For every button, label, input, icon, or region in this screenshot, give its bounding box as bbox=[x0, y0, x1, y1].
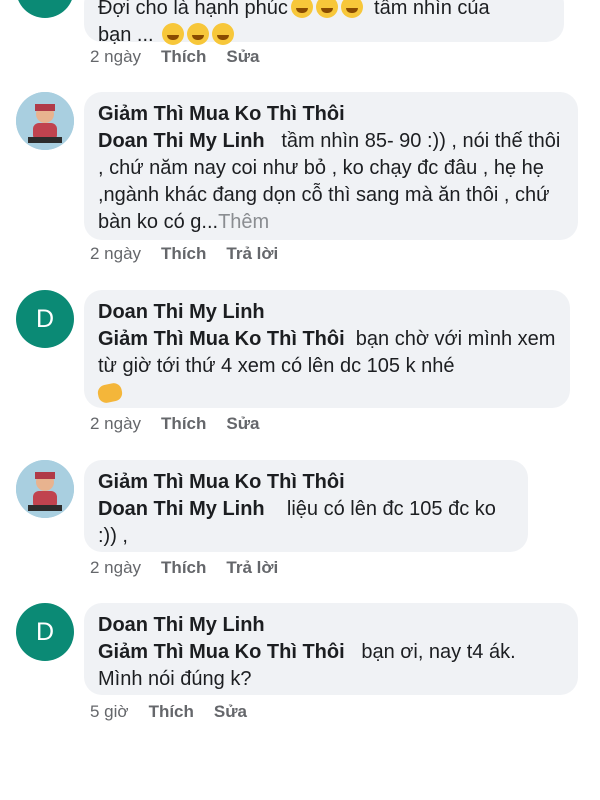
comment-text: tầm nhìn của bbox=[374, 0, 490, 19]
see-more-link[interactable]: Thêm bbox=[218, 211, 269, 233]
comment-actions: 2 ngày Thích Sửa bbox=[90, 47, 280, 67]
comment-text: Đợi cho là hạnh phúc bbox=[98, 0, 288, 19]
emoji-icon bbox=[340, 0, 363, 18]
emoji-icon bbox=[290, 0, 313, 18]
edit-button[interactable]: Sửa bbox=[226, 47, 259, 67]
mention-link[interactable]: Giảm Thì Mua Ko Thì Thôi bbox=[98, 328, 345, 350]
grinning-sweat-emoji-icon bbox=[212, 23, 235, 45]
mention-link[interactable]: Doan Thi My Linh bbox=[98, 130, 265, 152]
user-photo-icon bbox=[16, 460, 74, 518]
comment-author[interactable]: Doan Thi My Linh bbox=[98, 612, 564, 639]
emoji-icon bbox=[315, 0, 338, 18]
comment-text: bạn ... bbox=[98, 24, 154, 46]
handshake-emoji-icon bbox=[96, 381, 124, 405]
comment-time: 5 giờ bbox=[90, 702, 129, 721]
comment-actions: 2 ngày Thích Trả lời bbox=[90, 244, 298, 264]
like-button[interactable]: Thích bbox=[149, 702, 194, 722]
comment-actions: 2 ngày Thích Trả lời bbox=[90, 558, 298, 578]
avatar[interactable] bbox=[16, 92, 74, 150]
user-photo-icon bbox=[16, 92, 74, 150]
like-button[interactable]: Thích bbox=[161, 47, 206, 67]
comment-bubble: Doan Thi My Linh Giảm Thì Mua Ko Thì Thô… bbox=[84, 290, 570, 408]
avatar[interactable] bbox=[16, 0, 74, 18]
comment-bubble: Giảm Thì Mua Ko Thì Thôi Doan Thi My Lin… bbox=[84, 92, 578, 240]
reply-button[interactable]: Trả lời bbox=[226, 558, 278, 578]
comment-author[interactable]: Giảm Thì Mua Ko Thì Thôi bbox=[98, 469, 514, 496]
comment-author[interactable]: Doan Thi My Linh bbox=[98, 299, 556, 326]
comment-time: 2 ngày bbox=[90, 558, 142, 577]
comment-bubble: Đợi cho là hạnh phúc tầm nhìn của bạn ..… bbox=[84, 0, 564, 46]
comment-time: 2 ngày bbox=[90, 244, 142, 263]
like-button[interactable]: Thích bbox=[161, 414, 206, 434]
comment-author[interactable]: Giảm Thì Mua Ko Thì Thôi bbox=[98, 101, 564, 128]
avatar[interactable]: D bbox=[16, 603, 74, 661]
edit-button[interactable]: Sửa bbox=[214, 702, 247, 722]
like-button[interactable]: Thích bbox=[161, 244, 206, 264]
comment-time: 2 ngày bbox=[90, 47, 142, 66]
grinning-sweat-emoji-icon bbox=[162, 23, 185, 45]
comment-bubble: Giảm Thì Mua Ko Thì Thôi Doan Thi My Lin… bbox=[84, 460, 528, 552]
like-button[interactable]: Thích bbox=[161, 558, 206, 578]
grinning-sweat-emoji-icon bbox=[187, 23, 210, 45]
edit-button[interactable]: Sửa bbox=[226, 414, 259, 434]
avatar-letter: D bbox=[35, 617, 55, 646]
avatar[interactable]: D bbox=[16, 290, 74, 348]
comment-actions: 5 giờ Thích Sửa bbox=[90, 702, 267, 722]
mention-link[interactable]: Giảm Thì Mua Ko Thì Thôi bbox=[98, 641, 345, 663]
avatar[interactable] bbox=[16, 460, 74, 518]
comment-actions: 2 ngày Thích Sửa bbox=[90, 414, 280, 434]
reply-button[interactable]: Trả lời bbox=[226, 244, 278, 264]
avatar-letter: D bbox=[35, 304, 55, 333]
comment-time: 2 ngày bbox=[90, 414, 142, 433]
mention-link[interactable]: Doan Thi My Linh bbox=[98, 498, 265, 520]
comment-bubble: Doan Thi My Linh Giảm Thì Mua Ko Thì Thô… bbox=[84, 603, 578, 695]
